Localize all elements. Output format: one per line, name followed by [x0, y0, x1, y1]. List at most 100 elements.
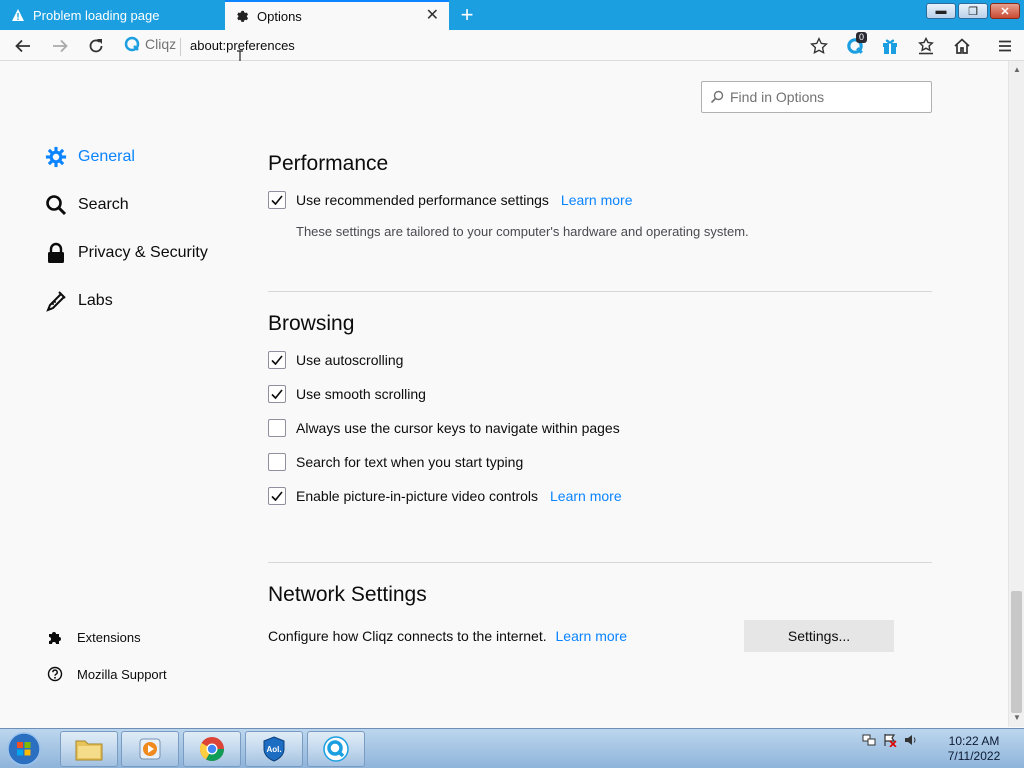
- network-learn-more-link[interactable]: Learn more: [556, 628, 628, 644]
- menu-button[interactable]: [993, 34, 1017, 58]
- network-tray-icon[interactable]: [862, 733, 876, 752]
- category-labs[interactable]: Labs: [44, 289, 113, 313]
- performance-description: These settings are tailored to your comp…: [296, 224, 749, 239]
- network-description-row: Configure how Cliqz connects to the inte…: [268, 628, 627, 644]
- forward-arrow-icon: [53, 39, 68, 53]
- taskbar-file-explorer[interactable]: [60, 731, 118, 767]
- tab-title: Options: [257, 8, 302, 24]
- puzzle-icon: [46, 628, 64, 646]
- chrome-icon: [199, 737, 224, 762]
- clock-time: 10:22 AM: [948, 734, 1000, 748]
- back-arrow-icon: [15, 39, 30, 53]
- scrollbar-thumb[interactable]: [1011, 591, 1022, 713]
- checkbox-label: Use autoscrolling: [296, 352, 404, 368]
- checkbox-label: Enable picture-in-picture video controls: [296, 488, 539, 504]
- section-divider: [268, 291, 932, 292]
- autoscrolling-row[interactable]: Use autoscrolling: [268, 351, 403, 369]
- windows-taskbar: Aol. 10:22 AM 7/11/2022: [0, 728, 1024, 768]
- network-settings-button[interactable]: Settings...: [744, 620, 894, 652]
- recommended-performance-checkbox[interactable]: [268, 191, 286, 209]
- folder-icon: [75, 740, 103, 761]
- site-identity[interactable]: Cliqz: [124, 36, 176, 52]
- section-divider: [268, 562, 932, 563]
- category-label: Search: [78, 196, 129, 213]
- vertical-scrollbar[interactable]: ▲ ▼: [1008, 61, 1024, 727]
- picture-in-picture-checkbox[interactable]: [268, 487, 286, 505]
- extensions-link[interactable]: Extensions: [46, 628, 141, 646]
- forward-button[interactable]: [48, 34, 72, 58]
- network-settings-heading: Network Settings: [268, 583, 427, 606]
- browsing-heading: Browsing: [268, 312, 355, 335]
- svg-text:Aol.: Aol.: [266, 745, 281, 754]
- mozilla-support-link[interactable]: Mozilla Support: [46, 665, 167, 683]
- url-separator: [180, 38, 181, 56]
- save-to-pocket-button[interactable]: [914, 34, 938, 58]
- checkbox-label: Always use the cursor keys to navigate w…: [296, 420, 620, 436]
- search-when-typing-row[interactable]: Search for text when you start typing: [268, 453, 523, 471]
- cursor-keys-row[interactable]: Always use the cursor keys to navigate w…: [268, 419, 620, 437]
- category-search[interactable]: Search: [44, 193, 129, 217]
- maximize-button[interactable]: ❐: [958, 3, 988, 19]
- navigation-toolbar: Cliqz about:preferences 0: [0, 30, 1024, 61]
- taskbar-cliqz[interactable]: [307, 731, 365, 767]
- tab-title: Problem loading page: [33, 7, 160, 23]
- smooth-scrolling-checkbox[interactable]: [268, 385, 286, 403]
- checkbox-label: Use smooth scrolling: [296, 386, 426, 402]
- smooth-scrolling-row[interactable]: Use smooth scrolling: [268, 385, 426, 403]
- preferences-page: Find in Options General Search Privacy &…: [0, 61, 1008, 727]
- system-clock[interactable]: 10:22 AM 7/11/2022: [934, 734, 1014, 764]
- aol-shield-icon: Aol.: [263, 736, 285, 762]
- search-when-typing-checkbox[interactable]: [268, 453, 286, 471]
- performance-heading: Performance: [268, 152, 389, 175]
- close-tab-icon[interactable]: ✕: [426, 8, 439, 24]
- cursor-keys-checkbox[interactable]: [268, 419, 286, 437]
- notification-badge: 0: [856, 32, 868, 43]
- flask-icon: [44, 289, 68, 313]
- autoscrolling-checkbox[interactable]: [268, 351, 286, 369]
- lock-icon: [44, 241, 68, 265]
- category-general[interactable]: General: [44, 145, 135, 169]
- picture-in-picture-row[interactable]: Enable picture-in-picture video controls…: [268, 487, 622, 505]
- taskbar-media-player[interactable]: [121, 731, 179, 767]
- action-center-flag-icon[interactable]: [883, 733, 897, 752]
- gift-button[interactable]: [878, 34, 902, 58]
- category-privacy-security[interactable]: Privacy & Security: [44, 241, 208, 265]
- help-icon: [46, 665, 64, 683]
- media-player-icon: [139, 738, 161, 760]
- find-in-options-input[interactable]: Find in Options: [701, 81, 932, 113]
- support-label: Mozilla Support: [77, 666, 167, 682]
- download-tray-icon: [918, 37, 934, 55]
- close-window-button[interactable]: ✕: [990, 3, 1020, 19]
- star-icon: [810, 37, 828, 55]
- brand-label: Cliqz: [145, 36, 177, 52]
- back-button[interactable]: [11, 34, 35, 58]
- taskbar-aol-shield[interactable]: Aol.: [245, 731, 303, 767]
- taskbar-chrome[interactable]: [183, 731, 241, 767]
- bookmark-star-button[interactable]: [807, 34, 831, 58]
- recommended-performance-row[interactable]: Use recommended performance settings Lea…: [268, 191, 633, 209]
- start-button[interactable]: [4, 731, 44, 767]
- reload-button[interactable]: [84, 34, 108, 58]
- cliqz-logo-icon: [124, 36, 140, 52]
- cliqz-icon: [323, 736, 349, 762]
- clock-date: 7/11/2022: [947, 749, 1001, 763]
- performance-learn-more-link[interactable]: Learn more: [561, 192, 633, 208]
- minimize-button[interactable]: ▬: [926, 3, 956, 19]
- tab-problem-loading[interactable]: Problem loading page: [0, 0, 224, 30]
- volume-icon[interactable]: [904, 733, 918, 752]
- hamburger-menu-icon: [999, 40, 1011, 52]
- cliqz-notifications-button[interactable]: 0: [843, 32, 868, 58]
- checkmark-icon: [271, 355, 283, 366]
- network-description: Configure how Cliqz connects to the inte…: [268, 628, 547, 644]
- scroll-up-arrow-icon[interactable]: ▲: [1009, 63, 1024, 77]
- home-button[interactable]: [950, 34, 974, 58]
- new-tab-button[interactable]: +: [456, 3, 478, 27]
- scroll-down-arrow-icon[interactable]: ▼: [1009, 711, 1024, 725]
- checkbox-label: Use recommended performance settings: [296, 192, 549, 208]
- windows-logo-icon: [7, 732, 41, 766]
- pip-learn-more-link[interactable]: Learn more: [550, 488, 622, 504]
- tab-options[interactable]: Options ✕: [225, 0, 449, 30]
- checkmark-icon: [271, 389, 283, 400]
- checkmark-icon: [271, 195, 283, 206]
- gear-icon: [44, 145, 68, 169]
